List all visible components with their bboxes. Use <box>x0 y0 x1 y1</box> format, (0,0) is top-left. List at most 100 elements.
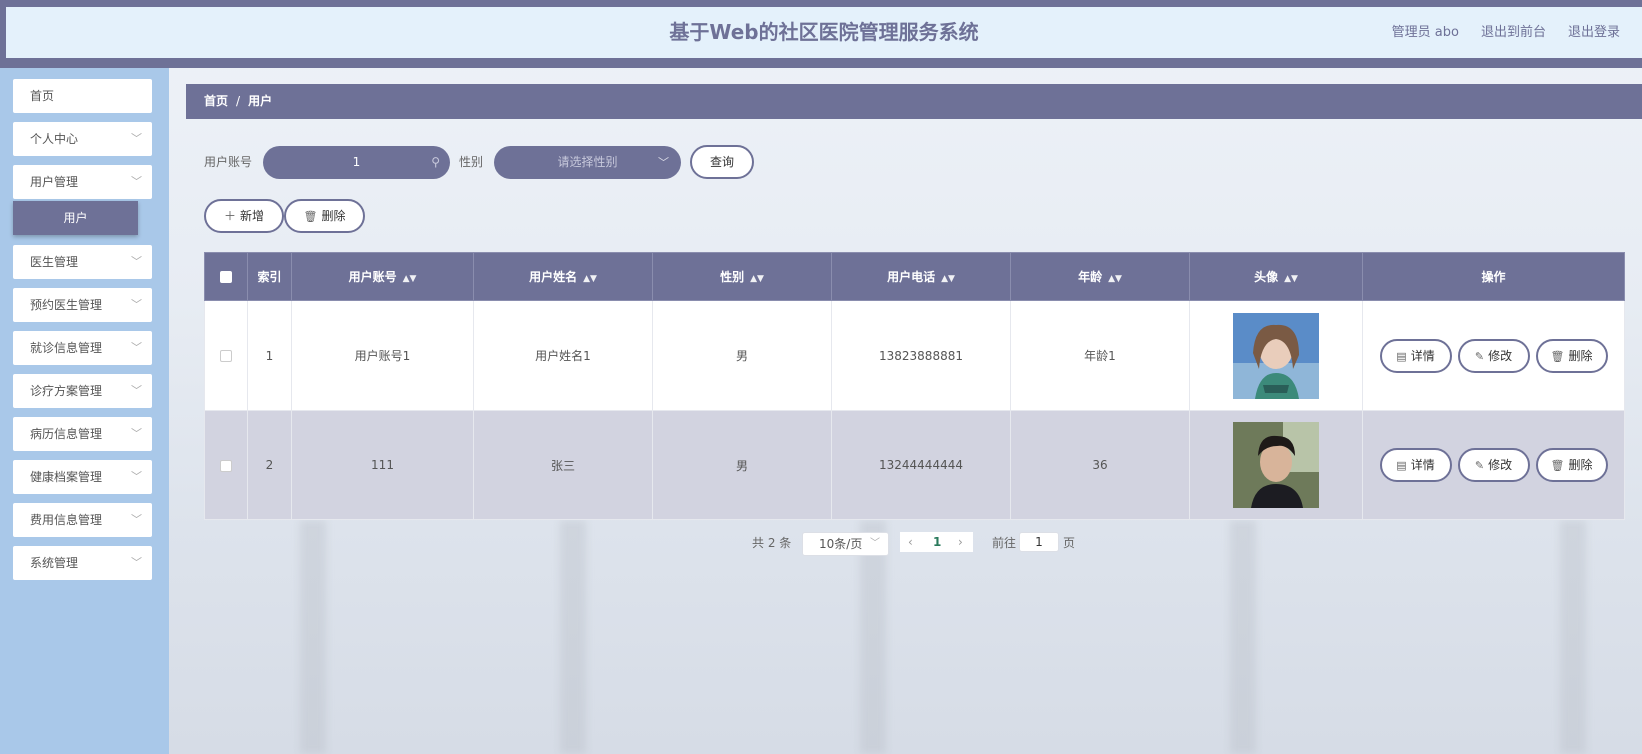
table-header-row: 索引 用户账号 ▲▼ 用户姓名 ▲▼ 性别 ▲▼ 用户电话 ▲▼ 年龄 ▲▼ 头像 ▲▼ 操… <box>204 252 1625 301</box>
account-search-input[interactable]: 1 ⚲ <box>263 146 450 179</box>
sidebar-item-home[interactable]: 首页 <box>13 79 152 113</box>
batch-delete-button[interactable]: 🗑 删除 <box>284 199 365 233</box>
sort-icon[interactable]: ▲▼ <box>1284 274 1298 284</box>
chevron-down-icon: ﹀ <box>658 156 669 169</box>
page-size-select[interactable]: 10条/页 ﹀ <box>802 532 889 556</box>
page-navigator: ‹ 1 › <box>900 532 973 552</box>
gender-label: 性别 <box>459 155 484 169</box>
chevron-down-icon: ﹀ <box>131 132 142 145</box>
chevron-down-icon: ﹀ <box>131 341 142 354</box>
admin-user-link[interactable]: 管理员 abo <box>1392 7 1459 58</box>
row-checkbox[interactable] <box>220 350 232 362</box>
background-decor <box>1230 520 1256 754</box>
sidebar-item-label: 首页 <box>30 89 55 103</box>
cell-age: 36 <box>1010 410 1190 520</box>
next-page-icon[interactable]: › <box>958 532 963 552</box>
sidebar: 首页 个人中心 ﹀ 用户管理 ﹀ 用户 医生管理 ﹀ 预约医生管理 ﹀ 就诊信息… <box>0 68 169 754</box>
sidebar-item-appointment-management[interactable]: 预约医生管理 ﹀ <box>13 288 152 322</box>
sidebar-item-treatment-plan-management[interactable]: 诊疗方案管理 ﹀ <box>13 374 152 408</box>
detail-button[interactable]: ▤ 详情 <box>1379 338 1452 373</box>
column-header-gender[interactable]: 性别 ▲▼ <box>652 252 832 301</box>
edit-button[interactable]: ✎ 修改 <box>1457 448 1530 482</box>
document-icon: ▤ <box>1396 459 1407 472</box>
cell-gender: 男 <box>652 300 832 411</box>
batch-delete-button-label: 删除 <box>321 209 346 223</box>
add-button[interactable]: ＋ 新增 <box>204 199 284 233</box>
plus-icon: ＋ <box>223 209 236 223</box>
delete-button[interactable]: 🗑 删除 <box>1535 448 1608 482</box>
sort-icon[interactable]: ▲▼ <box>750 274 764 284</box>
breadcrumb-home[interactable]: 首页 <box>204 94 228 108</box>
column-header-avatar[interactable]: 头像 ▲▼ <box>1189 252 1363 301</box>
pencil-icon: ✎ <box>1474 459 1485 472</box>
column-header-phone[interactable]: 用户电话 ▲▼ <box>831 252 1011 301</box>
sidebar-item-personal-center[interactable]: 个人中心 ﹀ <box>13 122 152 156</box>
sidebar-subitem-users[interactable]: 用户 <box>13 201 138 235</box>
column-header-name[interactable]: 用户姓名 ▲▼ <box>473 252 653 301</box>
sort-icon[interactable]: ▲▼ <box>403 274 417 284</box>
cell-name: 张三 <box>473 410 653 520</box>
column-header-index: 索引 <box>247 252 292 301</box>
pagination: 共 2 条 10条/页 ﹀ ‹ 1 › 前往 1 页 <box>0 532 1642 556</box>
detail-button[interactable]: ▤ 详情 <box>1379 448 1452 482</box>
table-row: 1 用户账号1 用户姓名1 男 13823888881 年龄1 ▤ 详情 ✎ 修改 🗑 删… <box>204 300 1625 411</box>
cell-avatar <box>1189 300 1363 411</box>
search-icon: ⚲ <box>431 155 440 169</box>
table-row: 2 111 张三 男 13244444444 36 ▤ 详情 ✎ 修改 🗑 删除 <box>204 410 1625 520</box>
page-number-current[interactable]: 1 <box>933 532 941 552</box>
column-header-account[interactable]: 用户账号 ▲▼ <box>291 252 474 301</box>
column-header-actions: 操作 <box>1362 252 1625 301</box>
chevron-down-icon: ﹀ <box>131 470 142 483</box>
prev-page-icon[interactable]: ‹ <box>908 532 913 552</box>
edit-button[interactable]: ✎ 修改 <box>1457 338 1530 373</box>
avatar[interactable] <box>1233 422 1319 508</box>
cell-index: 1 <box>247 300 292 411</box>
breadcrumb-separator: / <box>236 94 241 108</box>
cell-actions: ▤ 详情 ✎ 修改 🗑 删除 <box>1362 410 1625 520</box>
sidebar-item-user-management[interactable]: 用户管理 ﹀ <box>13 165 152 199</box>
row-select-cell <box>204 300 248 411</box>
chevron-down-icon: ﹀ <box>131 384 142 397</box>
back-to-frontend-link[interactable]: 退出到前台 <box>1481 7 1546 58</box>
sidebar-item-doctor-management[interactable]: 医生管理 ﹀ <box>13 245 152 279</box>
cell-account: 111 <box>291 410 474 520</box>
sidebar-item-label: 医生管理 <box>30 255 79 269</box>
top-bar: 基于Web的社区医院管理服务系统 管理员 abo 退出到前台 退出登录 <box>0 0 1642 68</box>
gender-select[interactable]: 请选择性别 ﹀ <box>494 146 681 179</box>
sidebar-item-label: 预约医生管理 <box>30 298 103 312</box>
cell-index: 2 <box>247 410 292 520</box>
sidebar-item-label: 诊疗方案管理 <box>30 384 103 398</box>
sort-icon[interactable]: ▲▼ <box>941 274 955 284</box>
sidebar-item-medical-record-management[interactable]: 病历信息管理 ﹀ <box>13 417 152 451</box>
chevron-down-icon: ﹀ <box>131 255 142 268</box>
header-panel: 基于Web的社区医院管理服务系统 管理员 abo 退出到前台 退出登录 <box>6 7 1642 58</box>
cell-phone: 13244444444 <box>831 410 1011 520</box>
sort-icon[interactable]: ▲▼ <box>583 274 597 284</box>
sidebar-item-visit-management[interactable]: 就诊信息管理 ﹀ <box>13 331 152 365</box>
edit-button-label: 修改 <box>1488 458 1513 472</box>
trash-icon: 🗑 <box>303 210 318 223</box>
sidebar-item-health-record-management[interactable]: 健康档案管理 ﹀ <box>13 460 152 494</box>
sidebar-item-label: 用户管理 <box>30 175 79 189</box>
row-checkbox[interactable] <box>220 459 232 472</box>
chevron-down-icon: ﹀ <box>870 538 880 549</box>
delete-button-label: 删除 <box>1568 348 1593 363</box>
chevron-down-icon: ﹀ <box>131 175 142 188</box>
select-all-checkbox[interactable] <box>220 271 232 283</box>
sort-icon[interactable]: ▲▼ <box>1108 274 1122 284</box>
background-decor <box>1560 520 1586 754</box>
pencil-icon: ✎ <box>1474 349 1485 363</box>
query-button[interactable]: 查询 <box>690 145 754 179</box>
account-search-value: 1 <box>352 155 361 169</box>
delete-button[interactable]: 🗑 删除 <box>1535 338 1608 373</box>
breadcrumb: 首页 / 用户 <box>186 84 1642 119</box>
avatar[interactable] <box>1233 312 1319 399</box>
gender-select-placeholder: 请选择性别 <box>557 155 618 169</box>
top-links: 管理员 abo 退出到前台 退出登录 <box>1392 7 1620 58</box>
add-button-label: 新增 <box>240 209 265 223</box>
goto-page-input[interactable]: 1 <box>1019 532 1059 552</box>
logout-link[interactable]: 退出登录 <box>1568 7 1620 58</box>
column-header-age[interactable]: 年龄 ▲▼ <box>1010 252 1190 301</box>
delete-button-label: 删除 <box>1568 458 1593 472</box>
sidebar-item-label: 费用信息管理 <box>30 513 103 527</box>
